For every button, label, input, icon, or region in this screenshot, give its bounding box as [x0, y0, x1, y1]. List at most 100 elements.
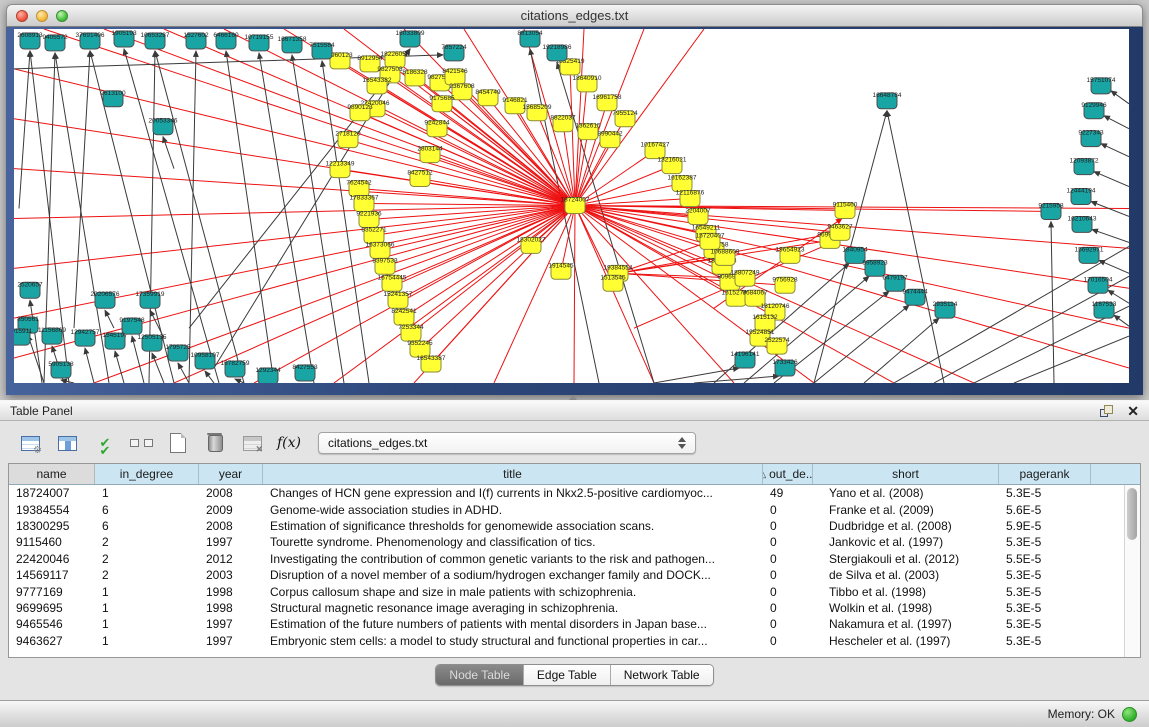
function-builder-icon[interactable]: f(x) [275, 429, 303, 457]
table-row[interactable]: 946554611997Estimation of the future num… [9, 616, 1140, 632]
graph-node-label: 16549211 [692, 224, 721, 231]
graph-node-label: 7624542 [346, 180, 372, 187]
cell: 2 [95, 552, 199, 566]
cell: 18300295 [9, 519, 95, 533]
scrollbar-thumb[interactable] [1127, 488, 1137, 540]
column-header-out_de[interactable]: △out_de... [763, 464, 813, 484]
graph-edge [1092, 229, 1129, 242]
table-row[interactable]: 2242004622012Investigating the contribut… [9, 551, 1140, 567]
cell: 1 [95, 585, 199, 599]
graph-edge [1111, 91, 1129, 104]
close-window-icon[interactable] [16, 10, 28, 22]
cell: 9115460 [9, 535, 95, 549]
graph-edge [14, 206, 575, 219]
cell: 0 [763, 535, 813, 549]
minimize-window-icon[interactable] [36, 10, 48, 22]
table-row[interactable]: 1938455462009Genome-wide association stu… [9, 501, 1140, 517]
cell: 0 [763, 617, 813, 631]
graph-edge [887, 111, 944, 383]
cell: Hescheler et al. (1997) [813, 634, 999, 648]
table-row[interactable]: 946362711997Embryonic stem cells: a mode… [9, 633, 1140, 649]
column-header-pagerank[interactable]: pagerank [999, 464, 1091, 484]
graph-node-label: 16648784 [873, 92, 902, 99]
graph-edge [392, 206, 575, 284]
cell: 5.3E-5 [999, 601, 1091, 615]
table-scrollbar[interactable] [1124, 485, 1140, 657]
graph-node-label: 7955124 [612, 110, 638, 117]
cell: 6 [95, 519, 199, 533]
graph-node-label: 1513545 [600, 274, 626, 281]
graph-node-label: 16162387 [668, 175, 697, 182]
network-view-frame: 1872400789601238912954182260589827503165… [6, 27, 1143, 395]
graph-node-label: 20053346 [149, 118, 178, 125]
table-row[interactable]: 1872400712008Changes of HCN gene express… [9, 485, 1140, 501]
graph-node-label: 2613100 [100, 90, 126, 97]
network-window-titlebar[interactable]: citations_edges.txt [6, 4, 1143, 27]
graph-node-label: 19524851 [746, 329, 775, 336]
table-tabs: Node TableEdge TableNetwork Table [435, 664, 713, 686]
graph-node-label: 16033809 [396, 30, 425, 37]
table-row[interactable]: 911546021997Tourette syndrome. Phenomeno… [9, 534, 1140, 550]
citation-network-graph[interactable]: 1872400789601238912954182260589827503165… [14, 29, 1129, 383]
table-row[interactable]: 1830029562008Estimation of significance … [9, 518, 1140, 534]
cell: 1998 [199, 585, 263, 599]
graph-node-label: 1292344 [255, 367, 281, 374]
column-header-in_degree[interactable]: in_degree [95, 464, 199, 484]
cell: 1 [95, 634, 199, 648]
table-row[interactable]: 1456911722003Disruption of a novel membe… [9, 567, 1140, 583]
cell: 9777169 [9, 585, 95, 599]
tab-node-table[interactable]: Node Table [436, 665, 524, 685]
table-row[interactable]: 977716911998Corpus callosum shape and si… [9, 583, 1140, 599]
cell: Wolkin et al. (1998) [813, 601, 999, 615]
cell: 1 [95, 601, 199, 615]
window-title: citations_edges.txt [521, 8, 629, 23]
zoom-window-icon[interactable] [56, 10, 68, 22]
graph-node-label: 850561 [17, 316, 39, 323]
graph-node-label: 10167427 [641, 142, 670, 149]
graph-node-label: 6466160 [213, 32, 239, 39]
graph-edge [694, 376, 779, 383]
network-window: citations_edges.txt 18724007896012389129… [6, 4, 1143, 395]
memory-status-icon[interactable] [1122, 707, 1137, 722]
show-columns-icon[interactable] [53, 429, 81, 457]
select-all-icon[interactable]: ✔✔ [90, 429, 118, 457]
tab-edge-table[interactable]: Edge Table [524, 665, 611, 685]
column-header-name[interactable]: name [9, 464, 95, 484]
window-controls [16, 10, 68, 22]
float-window-icon[interactable] [1100, 405, 1113, 417]
column-header-title[interactable]: title [263, 464, 763, 484]
tab-network-table[interactable]: Network Table [611, 665, 713, 685]
table-panel-header: Table Panel ✕ [0, 400, 1149, 421]
graph-node-label: 16961758 [593, 94, 622, 101]
cell: Jankovic et al. (1997) [813, 535, 999, 549]
column-header-short[interactable]: short [813, 464, 999, 484]
cell: 5.9E-5 [999, 519, 1091, 533]
delete-icon[interactable] [201, 429, 229, 457]
table-row[interactable]: 969969511998Structural magnetic resonanc… [9, 600, 1140, 616]
graph-node-label: 19654923 [776, 246, 805, 253]
new-document-icon[interactable] [164, 429, 192, 457]
cell: 0 [763, 519, 813, 533]
cell: 5.3E-5 [999, 535, 1091, 549]
cell: 0 [763, 634, 813, 648]
graph-node-label: 13216021 [658, 157, 687, 164]
graph-node-label: 16543387 [417, 355, 446, 362]
column-header-year[interactable]: year [199, 464, 263, 484]
graph-node-label: 7857224 [441, 44, 467, 51]
graph-edge [385, 206, 575, 267]
graph-node-label: 9227343 [1078, 130, 1104, 137]
cell: 18724007 [9, 486, 95, 500]
network-canvas[interactable]: 1872400789601238912954182260589827503165… [14, 29, 1129, 383]
cell: Corpus callosum shape and size in male p… [263, 585, 763, 599]
close-panel-icon[interactable]: ✕ [1127, 405, 1139, 417]
graph-node-label: 8813054 [517, 30, 543, 37]
graph-node-label: 1840954 [842, 246, 868, 253]
graph-node-label: 9474444 [902, 288, 928, 295]
rows-icon[interactable] [127, 429, 155, 457]
cell: Structural magnetic resonance image aver… [263, 601, 763, 615]
delete-table-icon[interactable]: ✕ [238, 429, 266, 457]
graph-node-label: 8242541 [391, 308, 417, 315]
graph-node-label: 14196141 [731, 351, 760, 358]
table-selector-dropdown[interactable]: citations_edges.txt [318, 432, 696, 454]
table-settings-icon[interactable]: ⚙ [16, 429, 44, 457]
